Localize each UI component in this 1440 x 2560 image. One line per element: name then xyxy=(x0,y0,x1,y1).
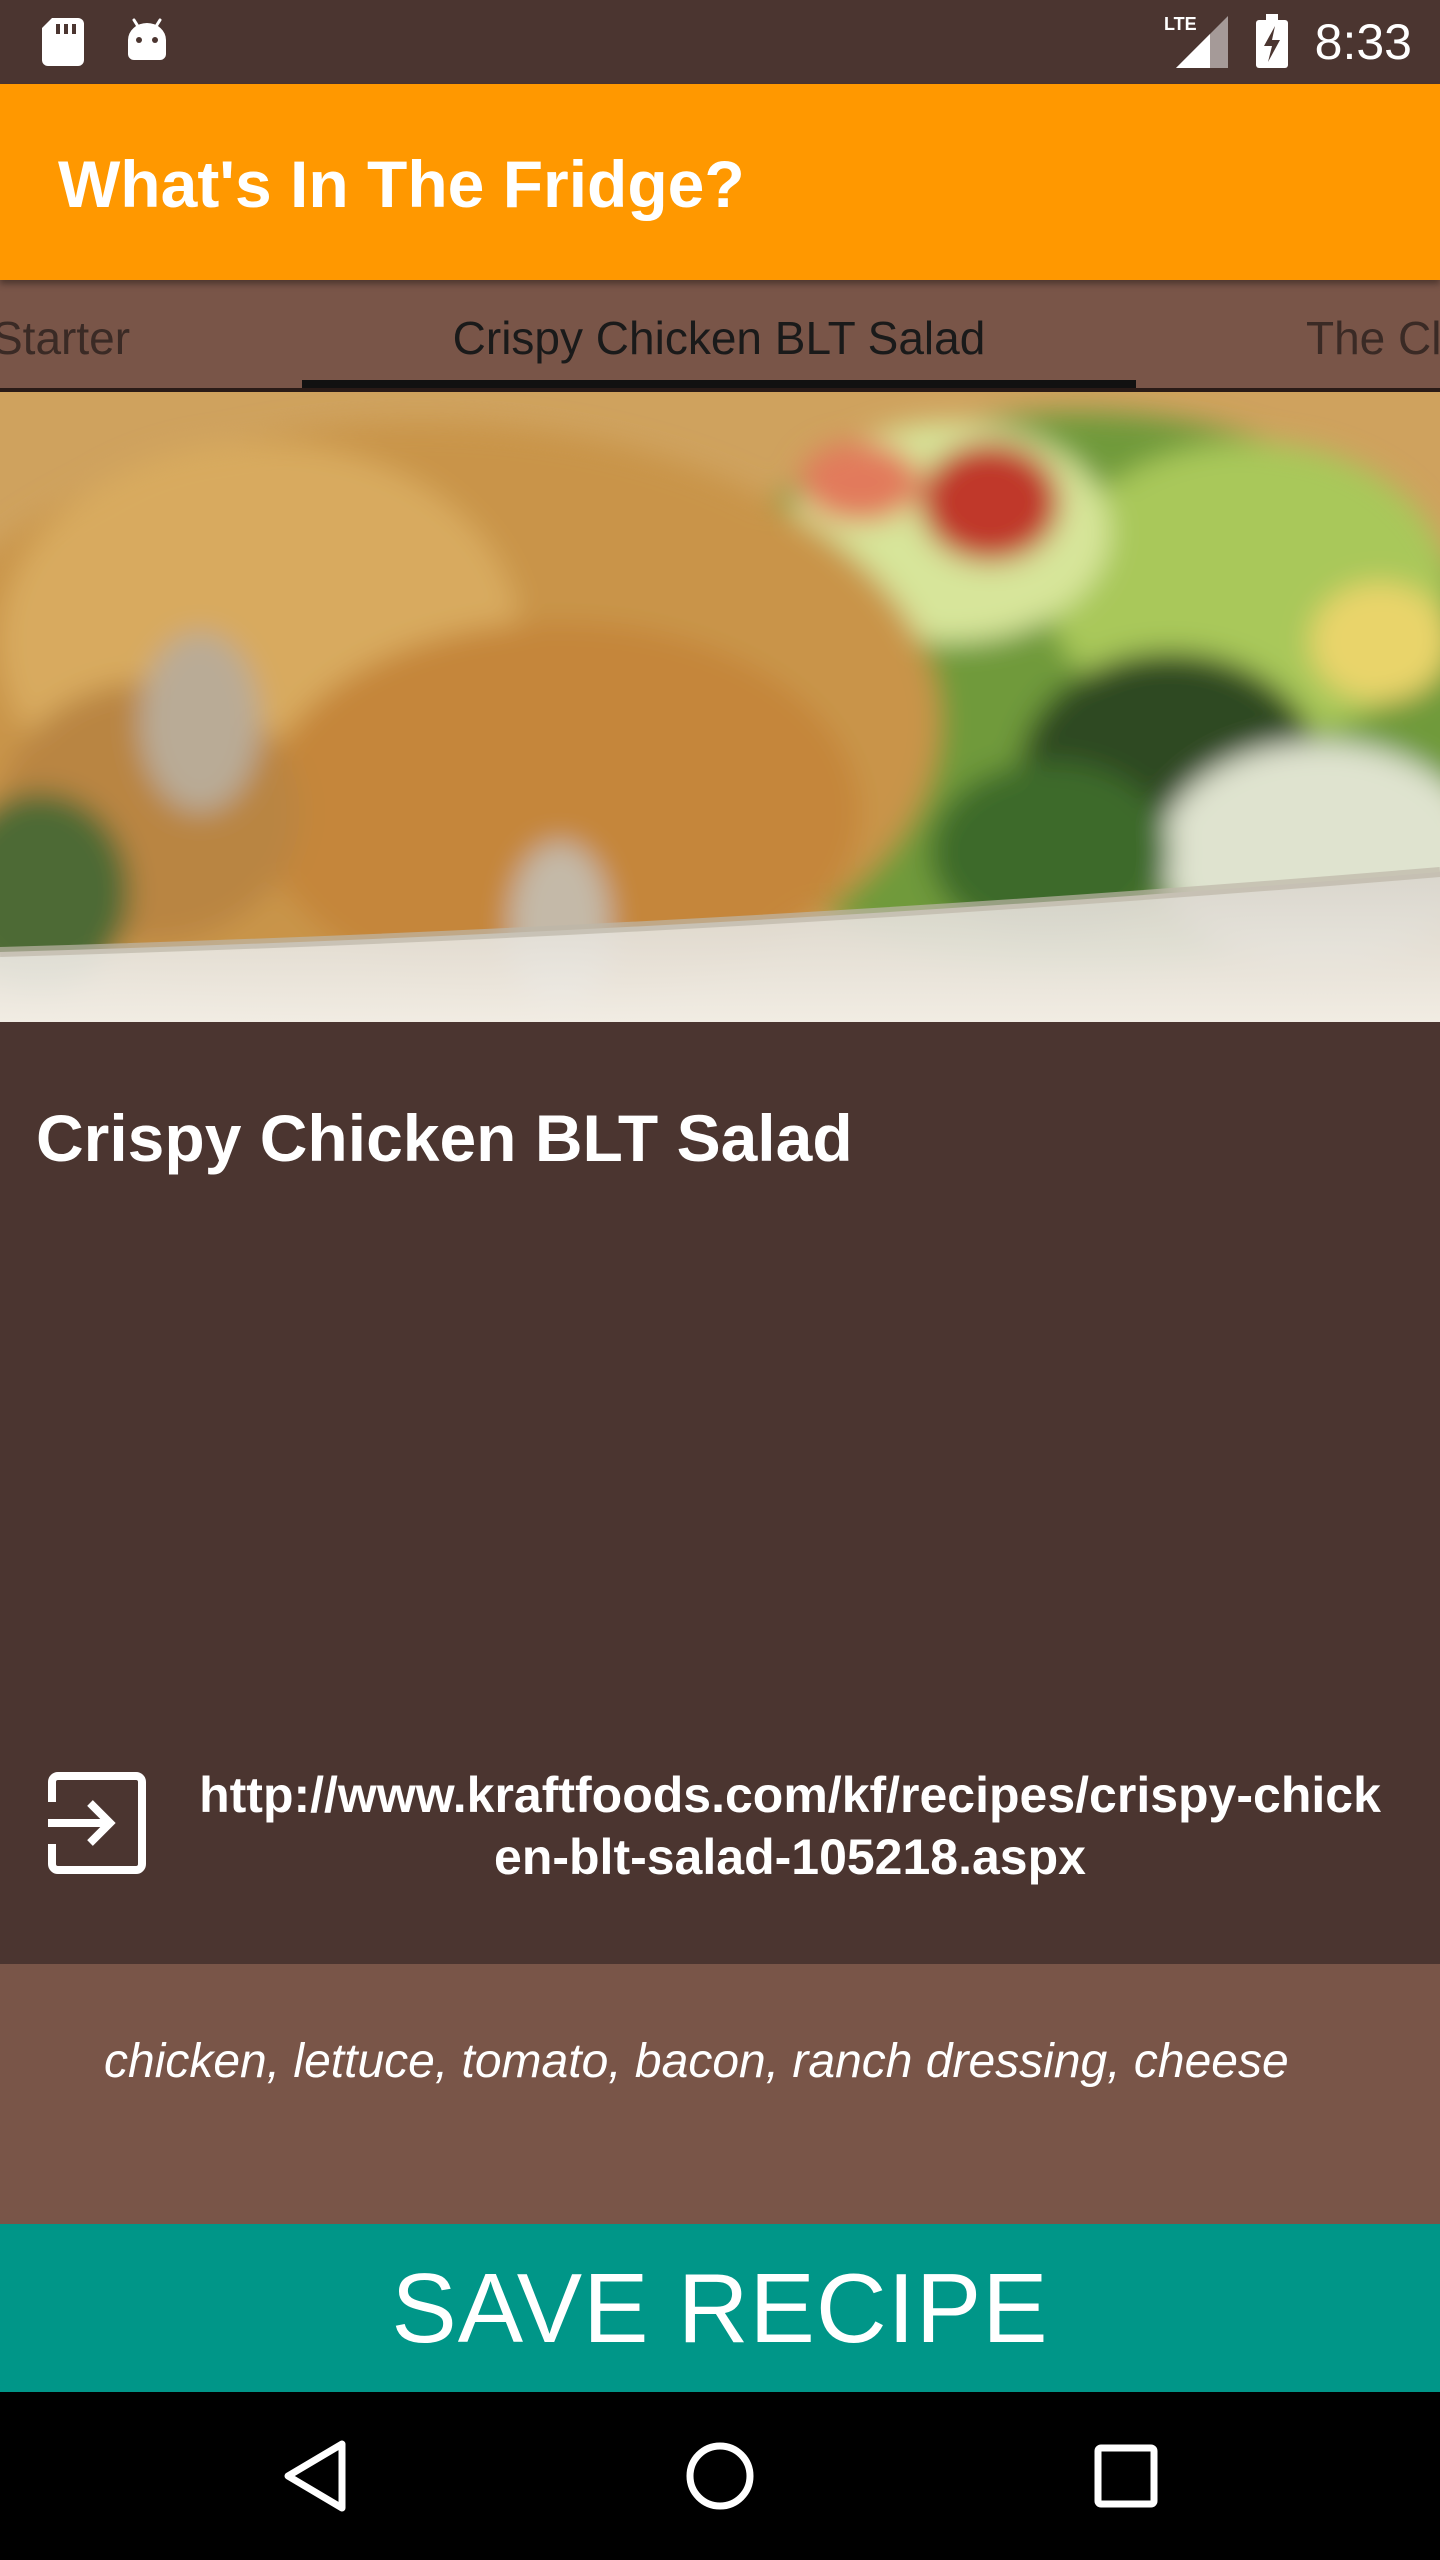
screen: LTE 8:33 What's In The Fridge? Starter C… xyxy=(0,0,1440,2560)
app-title: What's In The Fridge? xyxy=(58,147,745,221)
status-bar: LTE 8:33 xyxy=(0,0,1440,84)
recipe-tabs: Starter Crispy Chicken BLT Salad The Cl xyxy=(0,280,1440,392)
ingredients-list: chicken, lettuce, tomato, bacon, ranch d… xyxy=(104,2035,1289,2088)
app-bar: What's In The Fridge? xyxy=(0,84,1440,280)
open-link-icon[interactable] xyxy=(44,1770,150,1876)
recipe-photo xyxy=(0,392,1440,1022)
recipe-photo-art xyxy=(0,392,1440,1022)
tab-next-recipe[interactable]: The Cl xyxy=(1306,280,1440,388)
recipe-title: Crispy Chicken BLT Salad xyxy=(36,1101,853,1175)
save-recipe-button[interactable]: SAVE RECIPE xyxy=(0,2224,1440,2392)
recipe-source-link[interactable]: http://www.kraftfoods.com/kf/recipes/cri… xyxy=(190,1764,1390,1888)
tab-previous-recipe[interactable]: Starter xyxy=(0,280,130,388)
tab-current-recipe[interactable]: Crispy Chicken BLT Salad xyxy=(302,280,1136,388)
lte-signal-icon: LTE xyxy=(1164,14,1228,68)
network-type-label: LTE xyxy=(1164,14,1197,34)
system-nav-bar xyxy=(0,2392,1440,2560)
ingredients-panel: chicken, lettuce, tomato, bacon, ranch d… xyxy=(0,1964,1440,2224)
back-icon[interactable] xyxy=(266,2426,366,2526)
tab-selected-indicator xyxy=(302,380,1136,388)
sd-card-icon xyxy=(42,18,84,66)
android-debug-icon xyxy=(128,18,166,61)
home-icon[interactable] xyxy=(670,2426,770,2526)
battery-charging-icon xyxy=(1256,14,1288,68)
status-clock: 8:33 xyxy=(1314,14,1412,70)
recents-icon[interactable] xyxy=(1076,2426,1176,2526)
